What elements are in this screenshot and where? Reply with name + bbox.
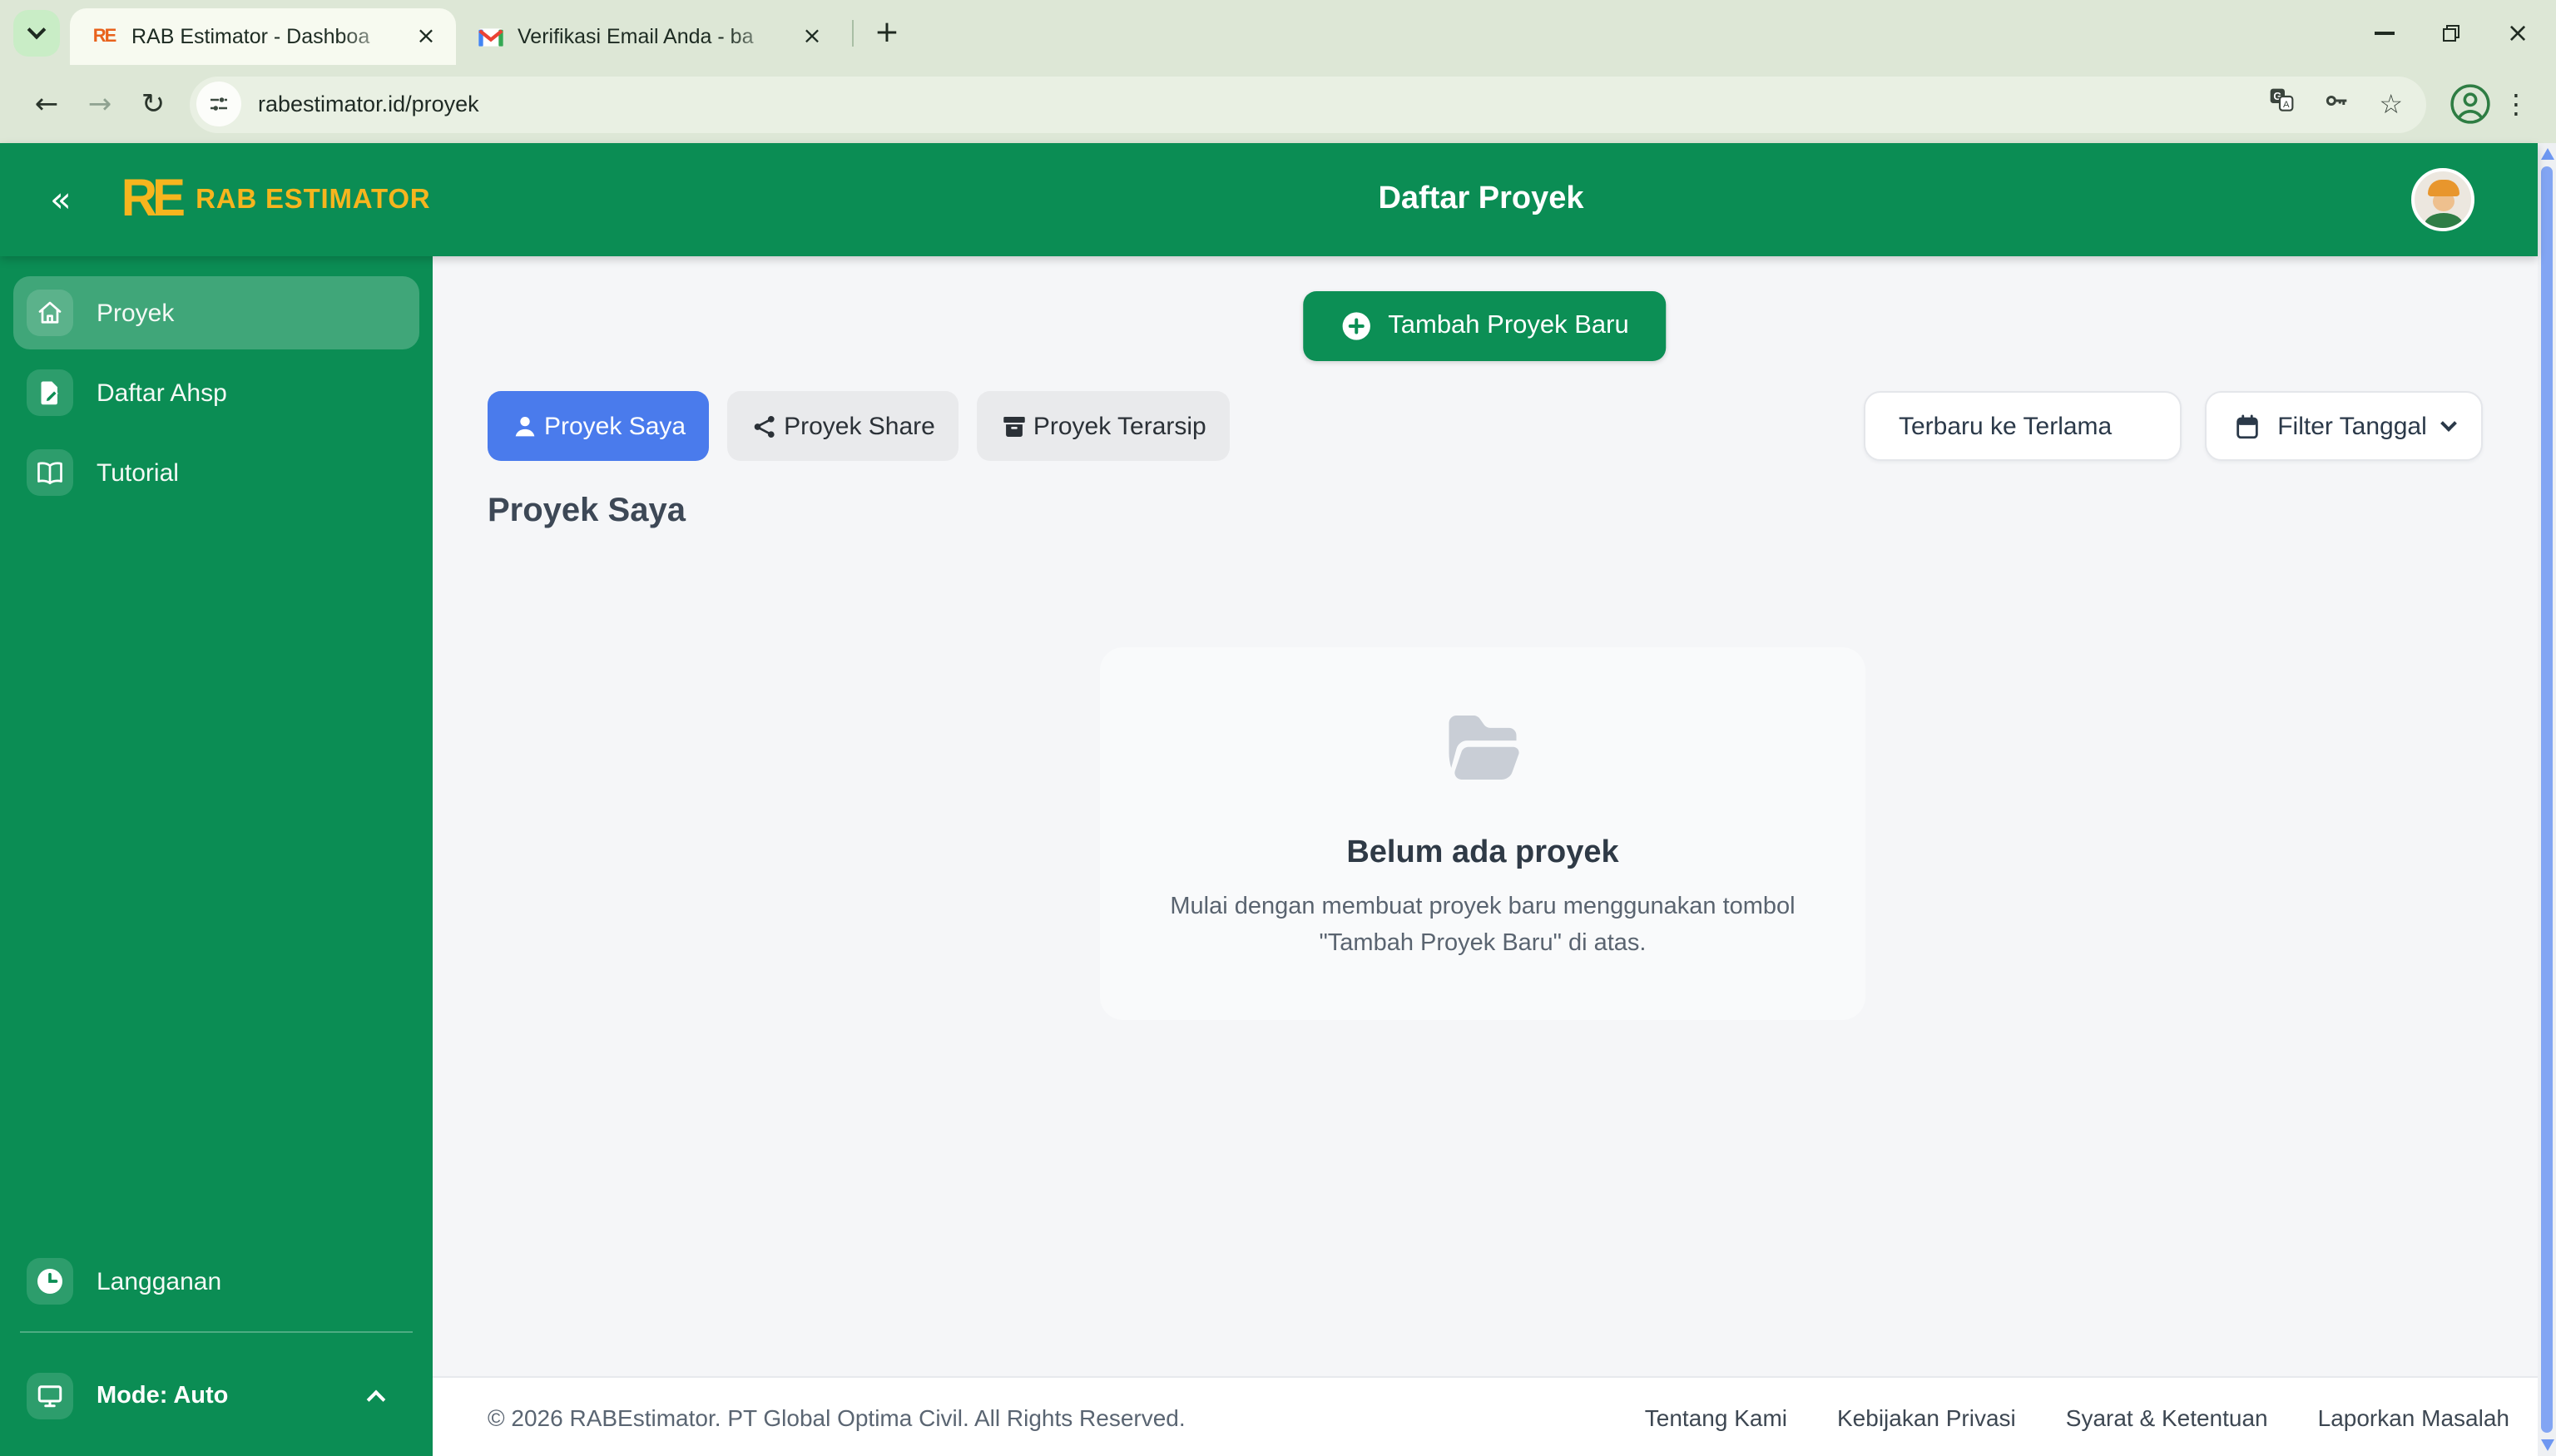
password-key-icon[interactable] <box>2322 86 2350 122</box>
sidebar-item-daftar-ahsp[interactable]: Daftar Ahsp <box>13 356 419 429</box>
user-avatar[interactable] <box>2411 168 2474 231</box>
close-tab-icon[interactable]: × <box>409 20 443 53</box>
gmail-icon <box>476 22 504 51</box>
chevron-down-icon <box>2441 414 2458 431</box>
section-title: Proyek Saya <box>488 493 686 531</box>
monitor-icon <box>27 1373 73 1419</box>
sidebar-item-tutorial[interactable]: Tutorial <box>13 436 419 509</box>
scroll-up-icon[interactable] <box>2540 148 2554 160</box>
footer-link-laporkan-masalah[interactable]: Laporkan Masalah <box>2318 1404 2509 1430</box>
app-header: « RE RAB ESTIMATOR Daftar Proyek <box>0 143 2538 256</box>
sidebar: Proyek Daftar Ahsp Tutor <box>0 256 433 1456</box>
back-button[interactable]: ← <box>20 77 73 131</box>
page-footer: © 2026 RABEstimator. PT Global Optima Ci… <box>433 1376 2538 1456</box>
footer-link-tentang-kami[interactable]: Tentang Kami <box>1645 1404 1787 1430</box>
sort-select[interactable]: Terbaru ke Terlama <box>1864 391 2182 461</box>
date-filter-button[interactable]: Filter Tanggal <box>2205 391 2483 461</box>
minimize-button[interactable] <box>2370 17 2400 47</box>
page-title: Daftar Proyek <box>1378 181 1583 218</box>
rab-estimator-favicon: RE <box>90 22 118 51</box>
home-icon <box>27 290 73 336</box>
share-icon <box>750 412 779 440</box>
sidebar-item-proyek[interactable]: Proyek <box>13 276 419 349</box>
brand: RE RAB ESTIMATOR <box>121 171 431 228</box>
translate-icon[interactable]: G A <box>2267 87 2294 121</box>
avatar-shirt <box>2425 213 2463 231</box>
list-controls: Terbaru ke Terlama Filter Tanggal <box>1864 391 2483 461</box>
tab-separator <box>852 19 854 46</box>
window-controls: × <box>2370 17 2556 47</box>
empty-state: Belum ada proyek Mulai dengan membuat pr… <box>1100 647 1865 1020</box>
tab-title: Verifikasi Email Anda - ba <box>518 25 795 48</box>
tab-proyek-terarsip[interactable]: Proyek Terarsip <box>977 391 1230 461</box>
chevron-up-icon <box>367 1390 386 1409</box>
tab-strip: RE RAB Estimator - Dashboa × Verifikasi … <box>0 0 2556 65</box>
copyright-text: © 2026 RABEstimator. PT Global Optima Ci… <box>488 1404 1186 1430</box>
sidebar-item-langganan[interactable]: Langganan <box>13 1245 419 1318</box>
reload-button[interactable]: ↻ <box>126 77 180 131</box>
person-icon <box>511 412 539 440</box>
chevron-down-icon <box>27 21 47 40</box>
avatar-hardhat <box>2428 180 2459 196</box>
project-filter-tabs: Proyek Saya Proyek Share <box>488 391 1230 461</box>
address-bar[interactable]: rabestimator.id/proyek G A ☆ <box>190 76 2426 132</box>
filter-row: Proyek Saya Proyek Share <box>488 391 2483 461</box>
browser-profile-button[interactable] <box>2443 77 2496 131</box>
url-text[interactable]: rabestimator.id/proyek <box>258 92 2267 116</box>
forward-button[interactable]: → <box>73 77 126 131</box>
page-scrollbar[interactable] <box>2538 143 2556 1456</box>
restore-icon <box>2443 24 2459 41</box>
empty-state-title: Belum ada proyek <box>1100 835 1865 872</box>
sidebar-item-label: Proyek <box>97 299 174 327</box>
add-project-button[interactable]: Tambah Proyek Baru <box>1303 291 1666 361</box>
rab-logo-icon: RE <box>121 170 181 229</box>
new-tab-button[interactable]: + <box>864 9 910 56</box>
bookmark-star-icon[interactable]: ☆ <box>2379 91 2403 117</box>
browser-menu-icon[interactable]: ⋮ <box>2496 77 2536 131</box>
tab-proyek-share[interactable]: Proyek Share <box>727 391 958 461</box>
tab-title: RAB Estimator - Dashboa <box>131 25 409 48</box>
mode-label: Mode: Auto <box>97 1383 228 1409</box>
close-window-button[interactable]: × <box>2503 17 2533 47</box>
calendar-icon <box>2232 412 2261 440</box>
sidebar-nav: Proyek Daftar Ahsp Tutor <box>0 256 433 509</box>
tab-gmail[interactable]: Verifikasi Email Anda - ba × <box>456 8 842 65</box>
scroll-down-icon[interactable] <box>2540 1439 2554 1451</box>
tab-proyek-saya[interactable]: Proyek Saya <box>488 391 709 461</box>
add-project-label: Tambah Proyek Baru <box>1388 311 1629 341</box>
main-content: Tambah Proyek Baru Proyek Saya <box>433 256 2538 1456</box>
book-icon <box>27 449 73 496</box>
plus-circle-icon <box>1340 310 1373 343</box>
tab-rab-estimator[interactable]: RE RAB Estimator - Dashboa × <box>70 8 456 65</box>
footer-links: Tentang Kami Kebijakan Privasi Syarat & … <box>1645 1404 2509 1430</box>
sidebar-divider <box>20 1331 413 1333</box>
close-tab-icon[interactable]: × <box>795 20 829 53</box>
address-bar-icons: G A ☆ <box>2267 86 2403 122</box>
footer-link-syarat-ketentuan[interactable]: Syarat & Ketentuan <box>2066 1404 2268 1430</box>
sidebar-collapse-button[interactable]: « <box>50 182 72 217</box>
date-filter-label: Filter Tanggal <box>2277 412 2427 440</box>
scrollbar-thumb[interactable] <box>2541 166 2553 1433</box>
brand-name: RAB ESTIMATOR <box>196 184 430 215</box>
open-folder-icon <box>1434 701 1531 790</box>
restore-button[interactable] <box>2436 17 2466 47</box>
archive-icon <box>1000 412 1028 440</box>
sidebar-item-label: Daftar Ahsp <box>97 379 227 407</box>
sidebar-item-label: Tutorial <box>97 458 179 487</box>
site-settings-icon[interactable] <box>196 82 241 126</box>
mode-toggle[interactable]: Mode: Auto <box>13 1359 419 1433</box>
edit-document-icon <box>27 369 73 416</box>
minimize-icon <box>2375 31 2395 34</box>
sort-value: Terbaru ke Terlama <box>1899 412 2112 440</box>
tab-search-button[interactable] <box>13 9 60 56</box>
footer-link-kebijakan-privasi[interactable]: Kebijakan Privasi <box>1837 1404 2016 1430</box>
browser-toolbar: ← → ↻ rabestimator.id/proyek G A <box>0 65 2556 143</box>
clock-icon <box>27 1258 73 1305</box>
svg-text:A: A <box>2282 100 2289 110</box>
browser-window: RE RAB Estimator - Dashboa × Verifikasi … <box>0 0 2556 1456</box>
empty-state-description: Mulai dengan membuat proyek baru menggun… <box>1100 890 1865 963</box>
sidebar-item-label: Langganan <box>97 1267 221 1295</box>
sidebar-bottom: Langganan Mode: Auto <box>0 1245 433 1456</box>
